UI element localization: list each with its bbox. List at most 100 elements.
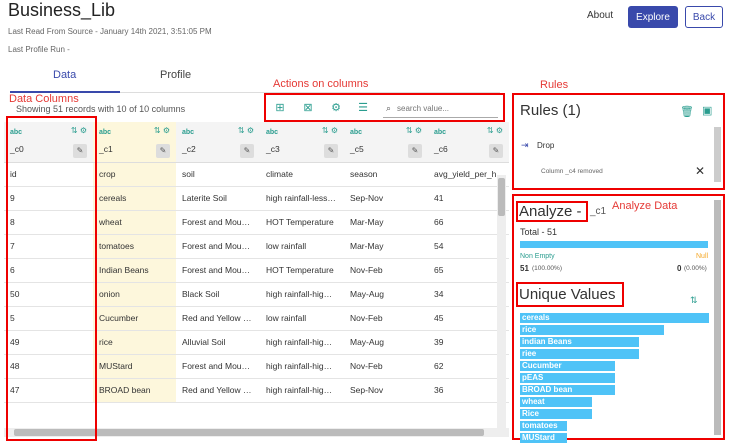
table-cell: HOT Temperature xyxy=(260,210,344,235)
unique-value-bar[interactable]: cereals xyxy=(520,313,709,323)
unique-value-bar[interactable]: riee xyxy=(520,349,639,359)
back-button[interactable]: Back xyxy=(685,6,723,28)
sort-settings-icon[interactable]: ⇅ ⚙ xyxy=(322,126,338,135)
edit-icon[interactable]: ✎ xyxy=(324,143,338,158)
table-cell: cereals xyxy=(93,186,176,211)
unique-value-bar[interactable]: indian Beans xyxy=(520,337,639,347)
rules-annotation: Rules xyxy=(540,79,569,91)
rules-scrollbar[interactable] xyxy=(714,127,721,182)
table-cell: high rainfall-hig… xyxy=(260,330,344,355)
table-cell: onion xyxy=(93,282,176,307)
delete-icon[interactable]: 🗑 xyxy=(680,105,694,118)
analyze-annotation: Analyze Data xyxy=(612,200,678,212)
analyze-title-box xyxy=(516,201,588,222)
add-column-icon[interactable]: ⊞ xyxy=(274,102,286,114)
non-empty-bar xyxy=(520,241,708,248)
column-header[interactable]: _c1 ✎ xyxy=(93,140,176,163)
table-cell: Indian Beans xyxy=(93,258,176,283)
table-cell: Mar-May xyxy=(344,210,428,235)
unique-value-bar[interactable]: Rice xyxy=(520,409,592,419)
page-title: Business_Lib xyxy=(8,0,116,20)
table-cell: high rainfall-hig… xyxy=(260,354,344,379)
active-tab-indicator xyxy=(10,91,120,93)
column-type: abc ⇅ ⚙ xyxy=(93,122,176,140)
column-header[interactable]: _c5 ✎ xyxy=(344,140,428,163)
table-cell: Red and Yellow … xyxy=(176,378,260,403)
table-cell: Alluvial Soil xyxy=(176,330,260,355)
table-cell: May-Aug xyxy=(344,330,428,355)
table-cell: climate xyxy=(260,162,344,187)
non-empty-pct: (100.00%) xyxy=(532,265,562,272)
table-cell: Cucumber xyxy=(93,306,176,331)
table-cell: Mar-May xyxy=(344,234,428,259)
table-cell: rice xyxy=(93,330,176,355)
table-cell: low rainfall xyxy=(260,234,344,259)
columns-icon[interactable]: ☰ xyxy=(357,102,369,114)
non-empty-value: 51 xyxy=(520,264,529,273)
table-cell: season xyxy=(344,162,428,187)
table-cell: Nov-Feb xyxy=(344,354,428,379)
remove-column-icon[interactable]: ⊠ xyxy=(302,102,314,114)
unique-value-bar[interactable]: wheat xyxy=(520,397,592,407)
sort-settings-icon[interactable]: ⇅ ⚙ xyxy=(406,126,422,135)
table-cell: high rainfall-less… xyxy=(260,186,344,211)
records-info: Showing 51 records with 10 of 10 columns xyxy=(16,104,186,114)
save-icon[interactable]: ▣ xyxy=(702,104,712,117)
unique-value-bar[interactable]: MUStard xyxy=(520,433,567,443)
rule-item-desc: Column _c4 removed xyxy=(541,168,603,175)
vertical-scroll-thumb[interactable] xyxy=(498,178,505,216)
tab-data[interactable]: Data xyxy=(53,69,76,81)
column-type: abc ⇅ ⚙ xyxy=(428,122,509,140)
table-cell: Forest and Mou… xyxy=(176,354,260,379)
search-input[interactable] xyxy=(383,100,498,118)
table-cell: low rainfall xyxy=(260,306,344,331)
column-header[interactable]: _c6 ✎ xyxy=(428,140,509,163)
data-columns-highlight-box xyxy=(6,116,97,441)
total-count: Total - 51 xyxy=(520,227,558,237)
column-type: abc ⇅ ⚙ xyxy=(176,122,260,140)
table-cell: Black Soil xyxy=(176,282,260,307)
rule-item-label: Drop xyxy=(537,141,555,150)
table-cell: Sep-Nov xyxy=(344,378,428,403)
last-profile-info: Last Profile Run - xyxy=(8,45,70,54)
edit-icon[interactable]: ✎ xyxy=(489,143,503,158)
column-header[interactable]: _c3 ✎ xyxy=(260,140,344,163)
actions-annotation: Actions on columns xyxy=(273,78,369,90)
sort-icon[interactable]: ⇅ xyxy=(690,295,698,306)
null-label: Null xyxy=(696,253,709,260)
table-cell: Forest and Mou… xyxy=(176,258,260,283)
edit-icon[interactable]: ✎ xyxy=(408,143,422,158)
non-empty-label: Non Empty xyxy=(520,253,555,260)
column-header[interactable]: _c2 ✎ xyxy=(176,140,260,163)
table-cell: Nov-Feb xyxy=(344,306,428,331)
unique-value-bar[interactable]: rice xyxy=(520,325,664,335)
table-cell: Forest and Mou… xyxy=(176,210,260,235)
sort-settings-icon[interactable]: ⇅ ⚙ xyxy=(154,126,170,135)
unique-value-bar[interactable]: Cucumber xyxy=(520,361,615,371)
table-cell: tomatoes xyxy=(93,234,176,259)
search-icon: ⌕ xyxy=(386,103,392,113)
unique-value-bar[interactable]: BROAD bean xyxy=(520,385,615,395)
sort-settings-icon[interactable]: ⇅ ⚙ xyxy=(487,126,503,135)
unique-value-bar[interactable]: pEAS xyxy=(520,373,615,383)
settings-icon[interactable]: ⚙ xyxy=(330,102,342,114)
about-link[interactable]: About xyxy=(587,10,613,21)
unique-value-bar[interactable]: tomatoes xyxy=(520,421,567,431)
table-cell: wheat xyxy=(93,210,176,235)
last-read-info: Last Read From Source - January 14th 202… xyxy=(8,27,212,36)
table-cell: Sep-Nov xyxy=(344,186,428,211)
analyze-scrollbar[interactable] xyxy=(714,200,721,435)
drop-icon: ⇥ xyxy=(521,140,529,150)
close-icon[interactable]: ✕ xyxy=(695,164,705,178)
table-cell: Red and Yellow … xyxy=(176,306,260,331)
analyze-column: _c1 xyxy=(590,206,607,217)
explore-button[interactable]: Explore xyxy=(628,6,678,28)
sort-settings-icon[interactable]: ⇅ ⚙ xyxy=(238,126,254,135)
tab-profile[interactable]: Profile xyxy=(160,69,191,81)
edit-icon[interactable]: ✎ xyxy=(156,143,170,158)
table-cell: crop xyxy=(93,162,176,187)
column-type: abc ⇅ ⚙ xyxy=(344,122,428,140)
table-cell: MUStard xyxy=(93,354,176,379)
table-cell: high rainfall-hig… xyxy=(260,282,344,307)
edit-icon[interactable]: ✎ xyxy=(240,143,254,158)
